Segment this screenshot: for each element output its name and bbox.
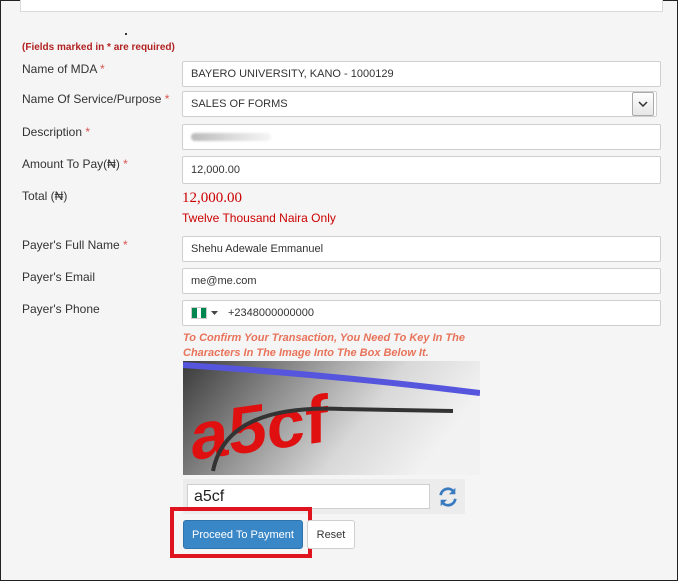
caret-down-icon <box>211 311 218 315</box>
amount-label: Amount To Pay(₦) * <box>22 157 128 171</box>
required-star: * <box>100 62 105 76</box>
mda-label: Name of MDA * <box>22 62 105 76</box>
payer-email-field[interactable]: me@me.com <box>182 268 661 294</box>
reset-button[interactable]: Reset <box>307 520 355 549</box>
description-field[interactable] <box>182 124 661 150</box>
proceed-to-payment-button[interactable]: Proceed To Payment <box>183 520 303 549</box>
payer-phone-field[interactable]: +2348000000000 <box>182 300 661 326</box>
required-star: * <box>123 238 128 252</box>
payer-phone-label: Payer's Phone <box>22 302 100 316</box>
top-panel <box>20 0 663 12</box>
service-select[interactable]: SALES OF FORMS <box>182 91 657 117</box>
required-star: * <box>164 92 170 106</box>
blurred-description <box>191 133 271 141</box>
decorative-dot <box>125 33 127 35</box>
nigeria-flag-icon <box>191 307 207 319</box>
form-panel: (Fields marked in * are required) Name o… <box>0 0 678 581</box>
total-value: 12,000.00 <box>182 190 242 206</box>
payer-name-label: Payer's Full Name * <box>22 238 128 252</box>
captcha-input[interactable] <box>187 484 430 509</box>
captcha-image: a5cf <box>183 361 480 475</box>
total-in-words: Twelve Thousand Naira Only <box>182 211 336 225</box>
required-star: * <box>123 157 128 171</box>
payer-name-field[interactable]: Shehu Adewale Emmanuel <box>182 236 661 262</box>
country-code-dropdown[interactable] <box>191 307 218 319</box>
required-star: * <box>85 125 91 139</box>
amount-field[interactable]: 12,000.00 <box>182 156 661 184</box>
captcha-instructions: To Confirm Your Transaction, You Need To… <box>183 332 465 359</box>
refresh-icon[interactable] <box>436 485 460 509</box>
service-label: Name Of Service/Purpose * <box>22 92 170 106</box>
total-label: Total (₦) <box>22 189 68 203</box>
chevron-down-icon[interactable] <box>632 92 654 116</box>
required-note: (Fields marked in * are required) <box>22 42 175 53</box>
description-label: Description * <box>22 125 91 139</box>
mda-field[interactable]: BAYERO UNIVERSITY, KANO - 1000129 <box>182 61 661 87</box>
payer-email-label: Payer's Email <box>22 270 95 284</box>
